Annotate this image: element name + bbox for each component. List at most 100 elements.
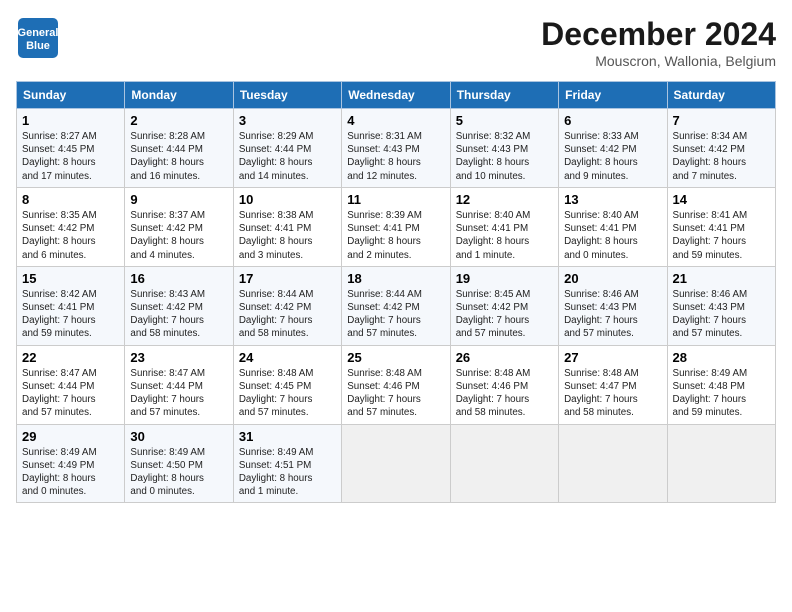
cell-details: Sunrise: 8:38 AMSunset: 4:41 PMDaylight:… — [239, 209, 336, 262]
day-number: 30 — [130, 429, 227, 444]
cell-details: Sunrise: 8:34 AMSunset: 4:42 PMDaylight:… — [673, 130, 770, 183]
day-number: 6 — [564, 113, 661, 128]
day-number: 17 — [239, 271, 336, 286]
calendar-cell: 27 Sunrise: 8:48 AMSunset: 4:47 PMDayligh… — [559, 345, 667, 424]
cell-details: Sunrise: 8:28 AMSunset: 4:44 PMDaylight:… — [130, 130, 227, 183]
day-number: 13 — [564, 192, 661, 207]
week-row-3: 15 Sunrise: 8:42 AMSunset: 4:41 PMDayligh… — [17, 266, 776, 345]
location-subtitle: Mouscron, Wallonia, Belgium — [541, 53, 776, 69]
calendar-cell: 11 Sunrise: 8:39 AMSunset: 4:41 PMDayligh… — [342, 187, 450, 266]
calendar-cell: 9 Sunrise: 8:37 AMSunset: 4:42 PMDaylight… — [125, 187, 233, 266]
day-number: 26 — [456, 350, 553, 365]
day-number: 5 — [456, 113, 553, 128]
day-number: 12 — [456, 192, 553, 207]
cell-details: Sunrise: 8:48 AMSunset: 4:47 PMDaylight:… — [564, 367, 661, 420]
cell-details: Sunrise: 8:48 AMSunset: 4:46 PMDaylight:… — [456, 367, 553, 420]
day-number: 16 — [130, 271, 227, 286]
svg-text:Blue: Blue — [26, 40, 50, 52]
cell-details: Sunrise: 8:49 AMSunset: 4:50 PMDaylight:… — [130, 446, 227, 499]
day-number: 9 — [130, 192, 227, 207]
calendar-cell: 31Sunrise: 8:49 AMSunset: 4:51 PMDayligh… — [233, 424, 341, 503]
column-header-friday: Friday — [559, 82, 667, 109]
calendar-cell: 6 Sunrise: 8:33 AMSunset: 4:42 PMDaylight… — [559, 109, 667, 188]
cell-details: Sunrise: 8:48 AMSunset: 4:45 PMDaylight:… — [239, 367, 336, 420]
column-header-sunday: Sunday — [17, 82, 125, 109]
page-header: General Blue December 2024 Mouscron, Wal… — [16, 16, 776, 69]
calendar-cell: 24Sunrise: 8:48 AMSunset: 4:45 PMDayligh… — [233, 345, 341, 424]
day-number: 7 — [673, 113, 770, 128]
cell-details: Sunrise: 8:45 AMSunset: 4:42 PMDaylight:… — [456, 288, 553, 341]
week-row-1: 1 Sunrise: 8:27 AMSunset: 4:45 PMDaylight… — [17, 109, 776, 188]
day-number: 3 — [239, 113, 336, 128]
day-number: 1 — [22, 113, 119, 128]
calendar-cell: 8 Sunrise: 8:35 AMSunset: 4:42 PMDaylight… — [17, 187, 125, 266]
calendar-cell — [450, 424, 558, 503]
month-title: December 2024 — [541, 16, 776, 53]
day-number: 20 — [564, 271, 661, 286]
cell-details: Sunrise: 8:35 AMSunset: 4:42 PMDaylight:… — [22, 209, 119, 262]
cell-details: Sunrise: 8:39 AMSunset: 4:41 PMDaylight:… — [347, 209, 444, 262]
day-number: 28 — [673, 350, 770, 365]
cell-details: Sunrise: 8:42 AMSunset: 4:41 PMDaylight:… — [22, 288, 119, 341]
day-number: 15 — [22, 271, 119, 286]
column-header-wednesday: Wednesday — [342, 82, 450, 109]
calendar-table: SundayMondayTuesdayWednesdayThursdayFrid… — [16, 81, 776, 503]
cell-details: Sunrise: 8:27 AMSunset: 4:45 PMDaylight:… — [22, 130, 119, 183]
cell-details: Sunrise: 8:47 AMSunset: 4:44 PMDaylight:… — [130, 367, 227, 420]
calendar-cell: 16Sunrise: 8:43 AMSunset: 4:42 PMDayligh… — [125, 266, 233, 345]
calendar-cell: 17 Sunrise: 8:44 AMSunset: 4:42 PMDayligh… — [233, 266, 341, 345]
column-header-thursday: Thursday — [450, 82, 558, 109]
calendar-cell: 4Sunrise: 8:31 AMSunset: 4:43 PMDaylight… — [342, 109, 450, 188]
day-number: 22 — [22, 350, 119, 365]
week-row-5: 29Sunrise: 8:49 AMSunset: 4:49 PMDayligh… — [17, 424, 776, 503]
day-number: 18 — [347, 271, 444, 286]
calendar-cell: 29Sunrise: 8:49 AMSunset: 4:49 PMDayligh… — [17, 424, 125, 503]
calendar-cell: 2Sunrise: 8:28 AMSunset: 4:44 PMDaylight… — [125, 109, 233, 188]
day-number: 21 — [673, 271, 770, 286]
cell-details: Sunrise: 8:44 AMSunset: 4:42 PMDaylight:… — [347, 288, 444, 341]
calendar-cell: 19Sunrise: 8:45 AMSunset: 4:42 PMDayligh… — [450, 266, 558, 345]
calendar-cell: 10 Sunrise: 8:38 AMSunset: 4:41 PMDayligh… — [233, 187, 341, 266]
calendar-cell: 12Sunrise: 8:40 AMSunset: 4:41 PMDayligh… — [450, 187, 558, 266]
calendar-cell: 18 Sunrise: 8:44 AMSunset: 4:42 PMDayligh… — [342, 266, 450, 345]
cell-details: Sunrise: 8:32 AMSunset: 4:43 PMDaylight:… — [456, 130, 553, 183]
calendar-cell: 1 Sunrise: 8:27 AMSunset: 4:45 PMDaylight… — [17, 109, 125, 188]
calendar-cell: 25 Sunrise: 8:48 AMSunset: 4:46 PMDayligh… — [342, 345, 450, 424]
week-row-4: 22 Sunrise: 8:47 AMSunset: 4:44 PMDayligh… — [17, 345, 776, 424]
title-block: December 2024 Mouscron, Wallonia, Belgiu… — [541, 16, 776, 69]
cell-details: Sunrise: 8:37 AMSunset: 4:42 PMDaylight:… — [130, 209, 227, 262]
cell-details: Sunrise: 8:47 AMSunset: 4:44 PMDaylight:… — [22, 367, 119, 420]
calendar-cell: 26 Sunrise: 8:48 AMSunset: 4:46 PMDayligh… — [450, 345, 558, 424]
calendar-cell: 21 Sunrise: 8:46 AMSunset: 4:43 PMDayligh… — [667, 266, 775, 345]
calendar-cell: 14 Sunrise: 8:41 AMSunset: 4:41 PMDayligh… — [667, 187, 775, 266]
day-number: 14 — [673, 192, 770, 207]
cell-details: Sunrise: 8:48 AMSunset: 4:46 PMDaylight:… — [347, 367, 444, 420]
day-number: 25 — [347, 350, 444, 365]
calendar-cell: 28 Sunrise: 8:49 AMSunset: 4:48 PMDayligh… — [667, 345, 775, 424]
calendar-cell — [667, 424, 775, 503]
week-row-2: 8 Sunrise: 8:35 AMSunset: 4:42 PMDaylight… — [17, 187, 776, 266]
column-header-saturday: Saturday — [667, 82, 775, 109]
cell-details: Sunrise: 8:49 AMSunset: 4:48 PMDaylight:… — [673, 367, 770, 420]
calendar-cell: 3 Sunrise: 8:29 AMSunset: 4:44 PMDaylight… — [233, 109, 341, 188]
day-number: 10 — [239, 192, 336, 207]
cell-details: Sunrise: 8:49 AMSunset: 4:51 PMDaylight:… — [239, 446, 336, 499]
day-number: 27 — [564, 350, 661, 365]
day-number: 8 — [22, 192, 119, 207]
calendar-cell: 30 Sunrise: 8:49 AMSunset: 4:50 PMDayligh… — [125, 424, 233, 503]
cell-details: Sunrise: 8:33 AMSunset: 4:42 PMDaylight:… — [564, 130, 661, 183]
calendar-cell: 15 Sunrise: 8:42 AMSunset: 4:41 PMDayligh… — [17, 266, 125, 345]
calendar-cell — [342, 424, 450, 503]
column-header-monday: Monday — [125, 82, 233, 109]
svg-text:General: General — [18, 27, 59, 39]
cell-details: Sunrise: 8:44 AMSunset: 4:42 PMDaylight:… — [239, 288, 336, 341]
cell-details: Sunrise: 8:46 AMSunset: 4:43 PMDaylight:… — [673, 288, 770, 341]
cell-details: Sunrise: 8:40 AMSunset: 4:41 PMDaylight:… — [564, 209, 661, 262]
logo: General Blue — [16, 16, 60, 60]
cell-details: Sunrise: 8:41 AMSunset: 4:41 PMDaylight:… — [673, 209, 770, 262]
day-number: 11 — [347, 192, 444, 207]
day-number: 4 — [347, 113, 444, 128]
cell-details: Sunrise: 8:29 AMSunset: 4:44 PMDaylight:… — [239, 130, 336, 183]
calendar-cell: 7 Sunrise: 8:34 AMSunset: 4:42 PMDaylight… — [667, 109, 775, 188]
calendar-cell: 23Sunrise: 8:47 AMSunset: 4:44 PMDayligh… — [125, 345, 233, 424]
